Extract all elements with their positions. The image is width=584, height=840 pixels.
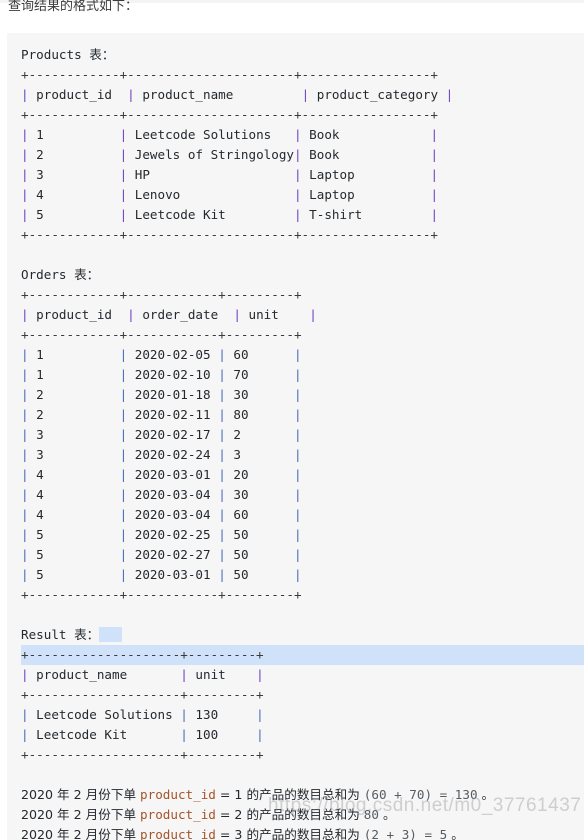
products-table-top-border: +------------+----------------------+---… (21, 67, 439, 82)
note-suffix: 。 (378, 807, 396, 822)
result-table-bottom-border: +--------------------+---------+ (21, 747, 264, 762)
note-suffix: 。 (447, 827, 464, 840)
orders-table-header-row: | product_id | order_date | unit | (21, 307, 317, 322)
explanation-note: 2020 年 2 月份下单 product_id = 3 的产品的数目总和为 (… (21, 825, 584, 840)
products-table-header-border: +------------+----------------------+---… (21, 107, 439, 122)
table-row: | 4 | 2020-03-04 | 30 | (21, 487, 302, 502)
table-row: | 5 | 2020-02-25 | 50 | (21, 527, 302, 542)
intro-paragraph: 查询结果的格式如下： (8, 0, 139, 13)
table-row: | 5 | 2020-03-01 | 50 | (21, 567, 302, 582)
products-table-caption: Products 表： (21, 47, 115, 62)
table-row: | 3 | HP | Laptop | (21, 167, 439, 182)
explanation-note: 2020 年 2 月份下单 product_id = 2 的产品的数目总和为 8… (21, 805, 584, 825)
table-row: | 2 | Jewels of Stringology| Book | (21, 147, 439, 162)
note-value: (60 + 70) = 130 (363, 787, 478, 802)
table-row: | 1 | 2020-02-05 | 60 | (21, 347, 302, 362)
table-row: | Leetcode Solutions | 130 | (21, 707, 264, 722)
note-inline-code: product_id (140, 787, 216, 802)
table-row: | 3 | 2020-02-24 | 3 | (21, 447, 302, 462)
table-row: | Leetcode Kit | 100 | (21, 727, 264, 742)
result-table-caption: Result 表： (21, 627, 100, 642)
note-value: (2 + 3) = 5 (363, 827, 448, 840)
table-row: | 5 | 2020-02-27 | 50 | (21, 547, 302, 562)
note-middle: = 2 的产品的数目总和为 (215, 807, 364, 822)
selection-tail (99, 627, 123, 642)
note-prefix: 2020 年 2 月份下单 (21, 827, 141, 840)
table-row: | 1 | 2020-02-10 | 70 | (21, 367, 302, 382)
table-row: | 2 | 2020-02-11 | 80 | (21, 407, 302, 422)
table-row: | 3 | 2020-02-17 | 2 | (21, 427, 302, 442)
table-row: | 2 | 2020-01-18 | 30 | (21, 387, 302, 402)
table-row: | 4 | 2020-03-01 | 20 | (21, 467, 302, 482)
result-table-header-border: +--------------------+---------+ (21, 687, 264, 702)
note-inline-code: product_id (140, 827, 216, 840)
note-prefix: 2020 年 2 月份下单 (21, 787, 141, 802)
table-row: | 4 | 2020-03-04 | 60 | (21, 507, 302, 522)
table-row: | 5 | Leetcode Kit | T-shirt | (21, 207, 439, 222)
note-suffix: 。 (477, 787, 495, 802)
orders-table-bottom-border: +------------+------------+---------+ (21, 587, 302, 602)
blog-article-page: 查询结果的格式如下： Products 表： +------------+---… (0, 0, 584, 840)
code-block[interactable]: Products 表： +------------+--------------… (7, 33, 584, 840)
table-row: | 4 | Lenovo | Laptop | (21, 187, 439, 202)
note-value: 80 (363, 807, 379, 822)
note-prefix: 2020 年 2 月份下单 (21, 807, 141, 822)
products-table-bottom-border: +------------+----------------------+---… (21, 227, 439, 242)
products-table-header-row: | product_id | product_name | product_ca… (21, 87, 454, 102)
orders-table-header-border: +------------+------------+---------+ (21, 327, 302, 342)
explanation-note: 2020 年 2 月份下单 product_id = 1 的产品的数目总和为 (… (21, 785, 584, 805)
result-table-caption-line: Result 表： (21, 625, 584, 645)
note-middle: = 1 的产品的数目总和为 (215, 787, 364, 802)
result-table-header-row: | product_name | unit | (21, 667, 264, 682)
result-table-top-border: +--------------------+---------+ (21, 645, 584, 665)
table-row: | 1 | Leetcode Solutions | Book | (21, 127, 439, 142)
orders-table-top-border: +------------+------------+---------+ (21, 287, 302, 302)
note-middle: = 3 的产品的数目总和为 (215, 827, 364, 840)
orders-table-caption: Orders 表： (21, 267, 100, 282)
note-inline-code: product_id (140, 807, 216, 822)
